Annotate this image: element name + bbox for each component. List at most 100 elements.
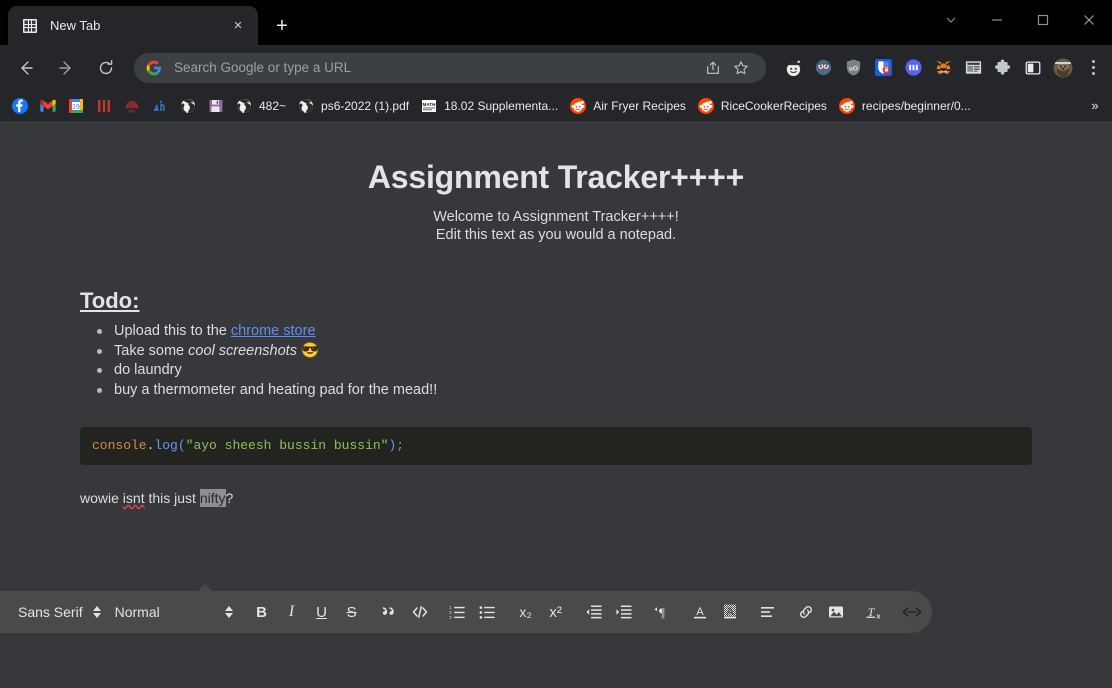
ordered-list-button[interactable]: 1 2 3 — [444, 597, 472, 627]
bookmarks-bar: 19 MIT 482~ ps6-2022 (1).pdf MATH 18.02 … — [0, 90, 1112, 121]
new-tab-button[interactable]: + — [268, 12, 296, 40]
back-button[interactable] — [11, 53, 41, 83]
blockquote-button[interactable] — [376, 597, 404, 627]
star-icon[interactable] — [728, 55, 754, 81]
bookmark-google-calendar[interactable]: 19 — [62, 94, 90, 118]
floppy-disk-icon — [208, 98, 224, 114]
maximize-icon[interactable] — [1020, 0, 1066, 40]
chrome-store-link[interactable]: chrome store — [231, 323, 316, 339]
superscript-label: x² — [549, 603, 562, 621]
reload-button[interactable] — [91, 53, 121, 83]
bookmark-label: Air Fryer Recipes — [593, 98, 686, 113]
text-direction-button[interactable]: ¶ — [648, 597, 676, 627]
reddit-icon — [697, 97, 714, 114]
bookmark-gmail[interactable] — [34, 94, 62, 118]
subscript-button[interactable]: x₂ — [512, 597, 540, 627]
align-button[interactable] — [754, 597, 782, 627]
bookmark-label: recipes/beginner/0... — [861, 98, 971, 113]
todo-item-text: Upload this to the — [114, 323, 231, 339]
side-panel-icon[interactable] — [1020, 55, 1046, 81]
bookmark-ps6-2022-pdf[interactable]: ps6-2022 (1).pdf — [292, 94, 415, 118]
forward-button[interactable] — [51, 53, 81, 83]
welcome-line-1: Welcome to Assignment Tracker++++! — [433, 209, 679, 225]
bookmark-floppy-disk[interactable] — [202, 94, 230, 118]
address-bar-placeholder: Search Google or type a URL — [174, 60, 352, 75]
paragraph-after: ? — [225, 490, 234, 506]
font-family-select[interactable]: Sans Serif — [18, 604, 101, 620]
grid-icon — [22, 18, 38, 34]
owl-extension[interactable] — [810, 55, 836, 81]
code-string: "ayo sheesh bussin bussin" — [185, 438, 389, 453]
extensions-strip: uO — [778, 55, 1106, 81]
underline-button[interactable]: U — [308, 597, 336, 627]
pocket-casts-extension[interactable] — [900, 55, 926, 81]
bookmark-air-fryer-recipes[interactable]: Air Fryer Recipes — [564, 94, 692, 118]
bookmark-482[interactable]: 482~ — [230, 94, 292, 118]
clear-formatting-button[interactable]: T x — [860, 597, 888, 627]
link-button[interactable] — [792, 597, 820, 627]
facebook-icon — [12, 97, 28, 114]
bold-button[interactable]: B — [248, 597, 276, 627]
font-size-value: Normal — [114, 604, 160, 620]
bitwarden-extension[interactable] — [870, 55, 896, 81]
list-item: buy a thermometer and heating pad for th… — [97, 381, 1032, 400]
todo-heading: Todo: — [80, 288, 140, 313]
bookmark-red-bars[interactable] — [90, 94, 118, 118]
svg-text:x: x — [876, 611, 881, 620]
bookmark-18-02-supplemental[interactable]: MATH 18.02 Supplementa... — [415, 94, 564, 118]
ublock-origin-extension[interactable]: uO — [840, 55, 866, 81]
google-calendar-icon: 19 — [68, 98, 84, 114]
reddit-enhancement-extension[interactable] — [780, 55, 806, 81]
tab-title: New Tab — [50, 18, 101, 33]
svg-text:A: A — [696, 606, 704, 618]
bookmark-blue-chart[interactable] — [146, 94, 174, 118]
share-icon[interactable] — [700, 55, 726, 81]
text-color-button[interactable]: A — [686, 597, 714, 627]
bookmark-mit[interactable]: MIT — [118, 94, 146, 118]
italic-button[interactable]: I — [278, 597, 306, 627]
globe-icon — [180, 98, 196, 114]
editable-document[interactable]: Assignment Tracker++++ Welcome to Assign… — [0, 121, 1112, 507]
bookmark-recipes-beginner[interactable]: recipes/beginner/0... — [833, 94, 977, 118]
browser-tab-new-tab[interactable]: New Tab × — [8, 6, 258, 45]
browser-toolbar: Search Google or type a URL uO — [0, 45, 1112, 90]
address-bar[interactable]: Search Google or type a URL — [134, 52, 766, 83]
highlight-color-button[interactable]: A — [716, 597, 744, 627]
chevron-updown-icon — [92, 606, 101, 618]
profile-avatar[interactable] — [1050, 55, 1076, 81]
close-icon[interactable]: × — [228, 16, 248, 36]
svg-text:A: A — [726, 606, 734, 618]
red-bars-icon — [96, 98, 112, 114]
todo-item-emoji: 😎 — [296, 342, 320, 359]
bookmark-globe-1[interactable] — [174, 94, 202, 118]
bookmark-label: 18.02 Supplementa... — [444, 98, 559, 113]
code-block[interactable]: console.log("ayo sheesh bussin bussin"); — [80, 427, 1032, 465]
strikethrough-button[interactable]: S — [338, 597, 366, 627]
image-button[interactable] — [822, 597, 850, 627]
minimize-icon[interactable] — [974, 0, 1020, 40]
source-code-button[interactable] — [898, 597, 926, 627]
metamask-extension[interactable] — [930, 55, 956, 81]
close-icon[interactable] — [1066, 0, 1112, 40]
bookmark-ricecookerrecipes[interactable]: RiceCookerRecipes — [692, 94, 833, 118]
code-method: log — [154, 438, 178, 453]
superscript-button[interactable]: x² — [542, 597, 570, 627]
chevron-down-icon[interactable] — [928, 0, 974, 40]
news-reader-extension[interactable] — [960, 55, 986, 81]
font-size-select[interactable]: Normal — [115, 604, 233, 620]
todo-item-text: do laundry — [114, 362, 182, 378]
code-block-button[interactable] — [406, 597, 434, 627]
selection-caret-pointer — [198, 584, 212, 591]
bullet-list-button[interactable] — [474, 597, 502, 627]
paragraph-text[interactable]: wowie isnt this just nifty? — [80, 489, 1032, 507]
bookmarks-overflow-button[interactable]: » — [1084, 94, 1106, 116]
document-body: Todo: Upload this to the chrome store Ta… — [80, 288, 1032, 507]
code-open-paren: ( — [177, 438, 186, 453]
editor-toolbar: Sans Serif Normal B I U S 1 2 3 x₂ x² ¶ … — [0, 591, 932, 633]
browser-menu-button[interactable] — [1080, 55, 1106, 81]
extensions-puzzle-icon[interactable] — [990, 55, 1016, 81]
indent-button[interactable] — [610, 597, 638, 627]
outdent-button[interactable] — [580, 597, 608, 627]
bookmark-facebook[interactable] — [6, 94, 34, 118]
bookmark-label: 482~ — [259, 98, 287, 113]
